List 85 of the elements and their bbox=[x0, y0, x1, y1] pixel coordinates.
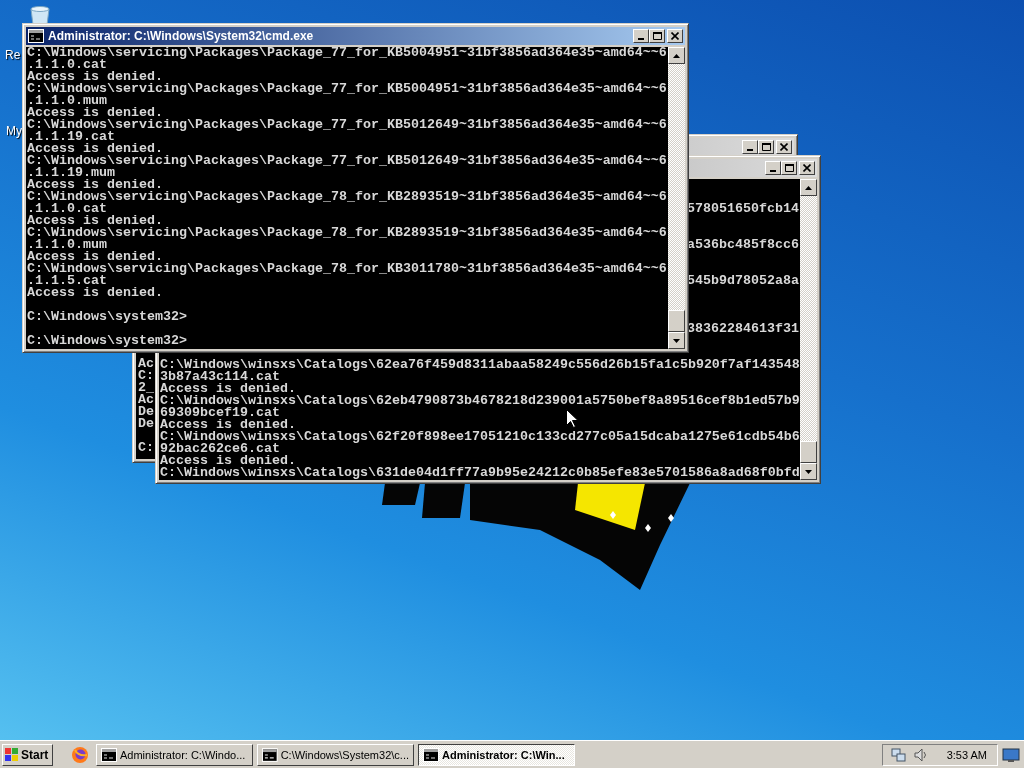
maximize-icon bbox=[652, 32, 662, 40]
scrollbar[interactable] bbox=[668, 47, 685, 349]
console-line: C:\Windows\servicing\Packages\Package_77_for_KB5004951~31bf3856ad364e35~amd64~~6 bbox=[27, 83, 667, 95]
network-icon[interactable] bbox=[890, 746, 907, 763]
scroll-thumb[interactable] bbox=[668, 310, 685, 332]
console-line: 38362284613f31 bbox=[687, 323, 799, 335]
console-line: Access is denied. bbox=[27, 179, 163, 191]
console-line: C:\Windows\system32> bbox=[27, 335, 187, 347]
console-line: Access is denied. bbox=[27, 215, 163, 227]
scroll-up-button[interactable] bbox=[800, 179, 817, 196]
show-desktop-icon[interactable] bbox=[1002, 746, 1020, 763]
windows-flag-icon bbox=[5, 747, 19, 762]
console-line: C:\Windows\winsxs\Catalogs\62ea76f459d8311abaa58249c556d26b15fa1c5b920f7af143548 bbox=[160, 359, 800, 371]
desktop-icon-label[interactable]: My bbox=[6, 124, 22, 138]
console-line: C:\Windows\system32> bbox=[27, 311, 187, 323]
speaker-icon[interactable] bbox=[912, 746, 929, 763]
maximize-button[interactable] bbox=[649, 29, 665, 43]
console-line: a536bc485f8cc6 bbox=[687, 239, 799, 251]
maximize-icon bbox=[761, 143, 771, 151]
minimize-icon bbox=[770, 170, 776, 172]
console-line: De bbox=[138, 406, 154, 418]
close-icon bbox=[671, 32, 679, 40]
down-arrow-icon bbox=[805, 469, 812, 474]
console-line: 69309bcef19.cat bbox=[160, 407, 280, 419]
window-title: Administrator: C:\Windows\System32\cmd.exe bbox=[48, 29, 314, 43]
console-line: C:\Windows\servicing\Packages\Package_78_for_KB3011780~31bf3856ad364e35~amd64~~6 bbox=[27, 263, 667, 275]
console-line: C: bbox=[138, 370, 154, 382]
console-line: Access is denied. bbox=[27, 107, 163, 119]
console-line: .1.1.0.cat bbox=[27, 59, 107, 71]
console-line: .1.1.5.cat bbox=[27, 275, 107, 287]
up-arrow-icon bbox=[673, 53, 680, 58]
console-line: Ac bbox=[138, 358, 154, 370]
minimize-icon bbox=[638, 38, 644, 40]
console-line: .1.1.0.mum bbox=[27, 239, 107, 251]
desktop-icon-label[interactable]: Re bbox=[5, 48, 21, 62]
console-line: 3b87a43c114.cat bbox=[160, 371, 280, 383]
console-icon bbox=[262, 747, 278, 762]
close-button[interactable] bbox=[667, 29, 683, 43]
console-icon bbox=[28, 29, 44, 43]
taskbar-button[interactable]: Administrator: C:\Windo... bbox=[96, 743, 253, 766]
console-line: C:\Windows\servicing\Packages\Package_77_for_KB5012649~31bf3856ad364e35~amd64~~6 bbox=[27, 155, 667, 167]
console-line: .1.1.0.mum bbox=[27, 95, 107, 107]
minimize-button[interactable] bbox=[633, 29, 649, 43]
scroll-down-button[interactable] bbox=[668, 332, 685, 349]
console-line: C:\Windows\winsxs\Catalogs\62f20f898ee17051210c133cd277c05a15dcaba1275e61cdb54b6 bbox=[160, 431, 800, 443]
console-line: Ac bbox=[138, 394, 154, 406]
mouse-cursor-icon bbox=[566, 409, 578, 428]
console-line: 578051650fcb14 bbox=[687, 203, 799, 215]
scroll-down-button[interactable] bbox=[800, 463, 817, 480]
console-line: C:\Windows\servicing\Packages\Package_78_for_KB2893519~31bf3856ad364e35~amd64~~6 bbox=[27, 227, 667, 239]
console-icon bbox=[101, 747, 117, 762]
taskbar-button[interactable]: Administrator: C:\Win... bbox=[418, 743, 575, 766]
scroll-up-button[interactable] bbox=[668, 47, 685, 64]
browser-icon[interactable] bbox=[71, 745, 89, 764]
scroll-thumb[interactable] bbox=[800, 441, 817, 463]
console-line: C:\Windows\winsxs\Catalogs\631de04d1ff77a9b95e24212c0b85efe83e5701586a8ad68f0bfd bbox=[160, 467, 800, 479]
start-button[interactable]: Start bbox=[2, 743, 53, 766]
close-icon bbox=[780, 143, 788, 151]
console-line: Access is denied. bbox=[27, 287, 163, 299]
down-arrow-icon bbox=[673, 338, 680, 343]
console-line: C:\Windows\winsxs\Catalogs\62eb4790873b4678218d239001a5750bef8a89516cef8b1ed57b9 bbox=[160, 395, 800, 407]
console-line: Access is denied. bbox=[160, 383, 296, 395]
console-line: 545b9d78052a8a bbox=[687, 275, 799, 287]
minimize-icon bbox=[747, 149, 753, 151]
console-line: C: bbox=[138, 442, 154, 454]
taskbar-button[interactable]: C:\Windows\System32\c... bbox=[257, 743, 414, 766]
close-icon bbox=[803, 164, 811, 172]
clock: 3:53 AM bbox=[946, 748, 987, 761]
console-line: 2_ bbox=[138, 382, 154, 394]
up-arrow-icon bbox=[805, 185, 812, 190]
maximize-icon bbox=[784, 164, 794, 172]
console-line: De bbox=[138, 418, 154, 430]
console-line: Access is denied. bbox=[27, 143, 163, 155]
console-line: .1.1.19.mum bbox=[27, 167, 115, 179]
console-line: C:\Windows\servicing\Packages\Package_78_for_KB2893519~31bf3856ad364e35~amd64~~6 bbox=[27, 191, 667, 203]
scrollbar[interactable] bbox=[800, 179, 817, 480]
console-line: .1.1.0.cat bbox=[27, 203, 107, 215]
console-line: C:\Windows\servicing\Packages\Package_77_for_KB5012649~31bf3856ad364e35~amd64~~6 bbox=[27, 119, 667, 131]
console-line: .1.1.19.cat bbox=[27, 131, 115, 143]
console-line: Access is denied. bbox=[27, 71, 163, 83]
console-line: Access is denied. bbox=[160, 455, 296, 467]
console-line: Access is denied. bbox=[27, 251, 163, 263]
console-line: Access is denied. bbox=[160, 419, 296, 431]
console-line: 92bac262ce6.cat bbox=[160, 443, 280, 455]
console-icon bbox=[423, 747, 439, 762]
